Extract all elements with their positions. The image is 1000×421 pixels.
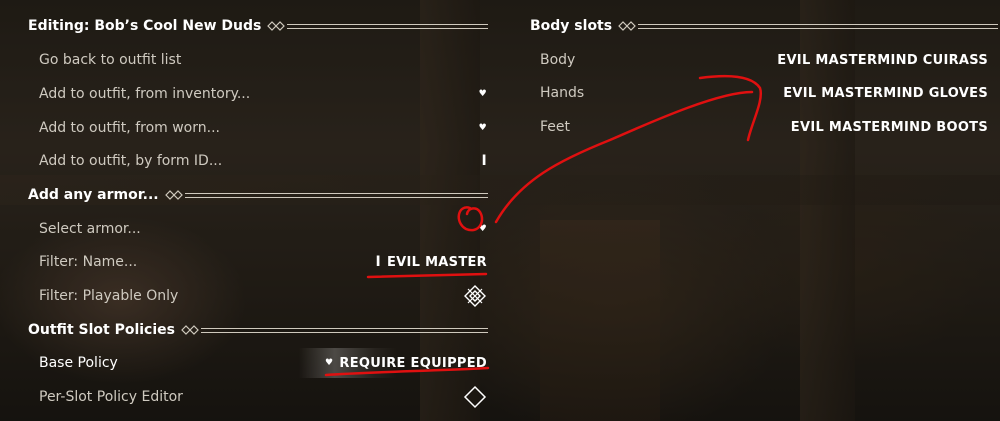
outfit-editor-panel: Editing: Bob’s Cool New Duds Go back to … xyxy=(0,0,500,421)
text-cursor-icon: I xyxy=(481,153,487,169)
slot-row-hands[interactable]: Hands EVIL MASTERMIND GLOVES xyxy=(540,78,988,108)
row-label: Base Policy xyxy=(39,355,118,371)
per-slot-policy-editor-button[interactable]: Per-Slot Policy Editor xyxy=(39,382,487,412)
row-label: Add to outfit, by form ID... xyxy=(39,153,223,169)
add-armor-header: Add any armor... xyxy=(28,182,488,208)
slot-label: Body xyxy=(540,52,576,68)
outfit-slot-policies-header: Outfit Slot Policies xyxy=(28,317,488,343)
add-from-worn-option[interactable]: Add to outfit, from worn... ♥ xyxy=(39,113,487,143)
double-diamond-ornament-icon xyxy=(267,21,286,31)
row-label: Select armor... xyxy=(39,221,141,237)
dropdown-dot-icon: ♥ xyxy=(325,358,334,368)
add-by-form-id-option[interactable]: Add to outfit, by form ID... I xyxy=(39,146,487,176)
dropdown-dot-icon: ♥ xyxy=(478,224,487,234)
header-rule xyxy=(267,20,488,32)
dropdown-dot-icon: ♥ xyxy=(478,89,487,99)
slot-row-body[interactable]: Body EVIL MASTERMIND CUIRASS xyxy=(540,45,988,75)
header-rule xyxy=(181,324,488,336)
filter-name-input[interactable]: Filter: Name... I EVIL MASTER xyxy=(39,247,487,277)
slot-value: EVIL MASTERMIND CUIRASS xyxy=(777,52,988,68)
filter-playable-only-toggle[interactable]: Filter: Playable Only xyxy=(39,281,487,311)
double-diamond-ornament-icon xyxy=(618,21,636,31)
slot-label: Hands xyxy=(540,85,585,101)
body-slots-header: Body slots xyxy=(530,13,998,39)
dropdown-dot-icon: ♥ xyxy=(478,123,487,133)
row-label: Per-Slot Policy Editor xyxy=(39,389,183,405)
filter-name-value: EVIL MASTER xyxy=(386,254,487,270)
row-label: Go back to outfit list xyxy=(39,52,182,68)
slot-row-feet[interactable]: Feet EVIL MASTERMIND BOOTS xyxy=(540,112,988,142)
select-armor-option[interactable]: Select armor... ♥ xyxy=(39,214,487,244)
editing-header: Editing: Bob’s Cool New Duds xyxy=(28,13,488,39)
outfit-slot-policies-title: Outfit Slot Policies xyxy=(28,322,175,338)
diamond-option-icon xyxy=(463,385,487,409)
add-armor-header-title: Add any armor... xyxy=(28,187,159,203)
slot-value: EVIL MASTERMIND BOOTS xyxy=(790,119,988,135)
ornate-checkbox-icon xyxy=(464,285,486,307)
row-label: Add to outfit, from inventory... xyxy=(39,86,251,102)
editing-header-title: Editing: Bob’s Cool New Duds xyxy=(28,18,262,34)
base-policy-option[interactable]: Base Policy ♥ REQUIRE EQUIPPED xyxy=(39,348,487,378)
add-from-inventory-option[interactable]: Add to outfit, from inventory... ♥ xyxy=(39,79,487,109)
go-back-to-outfit-list-button[interactable]: Go back to outfit list xyxy=(39,45,487,75)
body-slots-panel: Body slots Body EVIL MASTERMIND CUIRASS … xyxy=(520,0,1000,421)
header-rule xyxy=(164,189,488,201)
base-policy-value: REQUIRE EQUIPPED xyxy=(339,355,487,371)
header-rule xyxy=(618,20,998,32)
row-label: Add to outfit, from worn... xyxy=(39,120,220,136)
text-cursor-icon: I xyxy=(375,254,381,270)
double-diamond-ornament-icon xyxy=(164,190,183,200)
slot-label: Feet xyxy=(540,119,571,135)
row-label: Filter: Playable Only xyxy=(39,288,179,304)
slot-value: EVIL MASTERMIND GLOVES xyxy=(783,85,988,101)
double-diamond-ornament-icon xyxy=(181,325,199,335)
row-label: Filter: Name... xyxy=(39,254,138,270)
body-slots-title: Body slots xyxy=(530,18,613,34)
